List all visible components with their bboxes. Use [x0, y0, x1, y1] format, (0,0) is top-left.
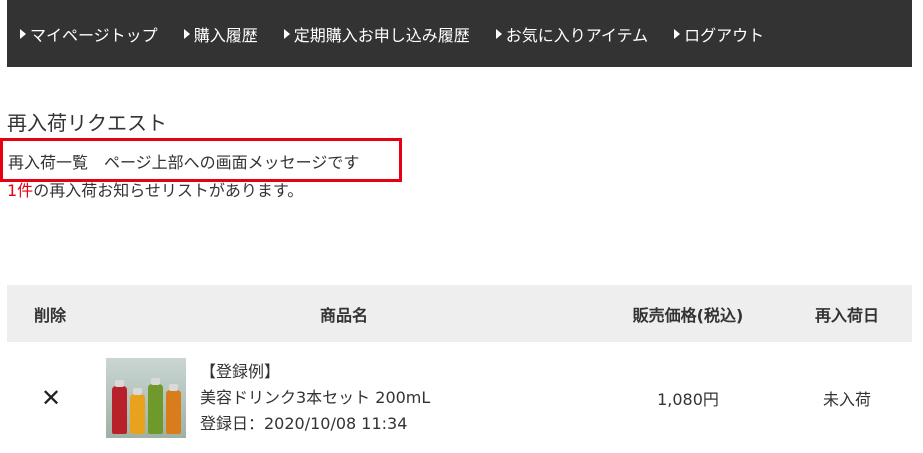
nav-item-label: 購入履歴 [193, 25, 258, 45]
delete-cell: ✕ [7, 386, 94, 410]
nav-item-purchase-history[interactable]: 購入履歴 [183, 22, 258, 46]
nav-item-logout[interactable]: ログアウト [674, 22, 764, 46]
nav-item-favorites[interactable]: お気に入りアイテム [495, 22, 649, 46]
triangle-right-icon [20, 28, 26, 39]
triangle-right-icon [283, 28, 290, 39]
restock-table: 削除 商品名 販売価格(税込) 再入荷日 ✕ 【登録例】 美容ドリンク3本セット… [7, 285, 912, 453]
header-restock-date: 再入荷日 [814, 305, 879, 325]
nav-item-label: 定期購入お申し込み履歴 [293, 25, 470, 45]
header-delete: 削除 [34, 305, 67, 325]
nav-item-label: お気に入りアイテム [505, 25, 649, 45]
product-info: 【登録例】 美容ドリンク3本セット 200mL 登録日：2020/10/08 1… [200, 359, 430, 437]
bottle-green [148, 377, 163, 434]
restock-count-suffix: の再入荷お知らせリストがあります。 [33, 181, 304, 200]
bottle-red [112, 379, 127, 434]
table-row: ✕ 【登録例】 美容ドリンク3本セット 200mL 登録日：2020/10/08… [7, 342, 912, 453]
registered-date: 登録日：2020/10/08 11:34 [200, 413, 408, 433]
mypage-nav: マイページトップ 購入履歴 定期購入お申し込み履歴 お気に入りアイテム ログアウ… [7, 0, 912, 67]
nav-item-mypage-top[interactable]: マイページトップ [20, 22, 158, 46]
page-title: 再入荷リクエスト [7, 111, 167, 135]
page-message-box: 再入荷一覧 ページ上部への画面メッセージです [0, 138, 402, 182]
header-product-name: 商品名 [319, 305, 368, 325]
nav-item-label: マイページトップ [30, 25, 158, 45]
restock-count-text: 1件の再入荷お知らせリストがあります。 [7, 177, 303, 201]
bottle-amber [166, 383, 181, 434]
table-header-row: 削除 商品名 販売価格(税込) 再入荷日 [7, 285, 912, 342]
nav-item-subscription-history[interactable]: 定期購入お申し込み履歴 [283, 22, 470, 46]
triangle-right-icon [495, 28, 502, 39]
restock-count-number: 1件 [7, 181, 34, 200]
product-tag: 【登録例】 [200, 361, 281, 381]
bottle-orange [130, 387, 145, 434]
triangle-right-icon [183, 28, 190, 39]
restock-date-cell: 未入荷 [822, 389, 871, 409]
product-name-link[interactable]: 美容ドリンク3本セット 200mL [200, 385, 430, 411]
product-cell: 【登録例】 美容ドリンク3本セット 200mL 登録日：2020/10/08 1… [94, 357, 594, 438]
price-cell: 1,080円 [657, 389, 719, 409]
header-price: 販売価格(税込) [632, 305, 744, 325]
triangle-right-icon [674, 28, 681, 39]
nav-item-label: ログアウト [684, 25, 765, 45]
product-thumbnail[interactable] [106, 357, 186, 438]
page-message-text: 再入荷一覧 ページ上部への画面メッセージです [8, 153, 360, 172]
delete-x-icon[interactable]: ✕ [41, 386, 61, 410]
